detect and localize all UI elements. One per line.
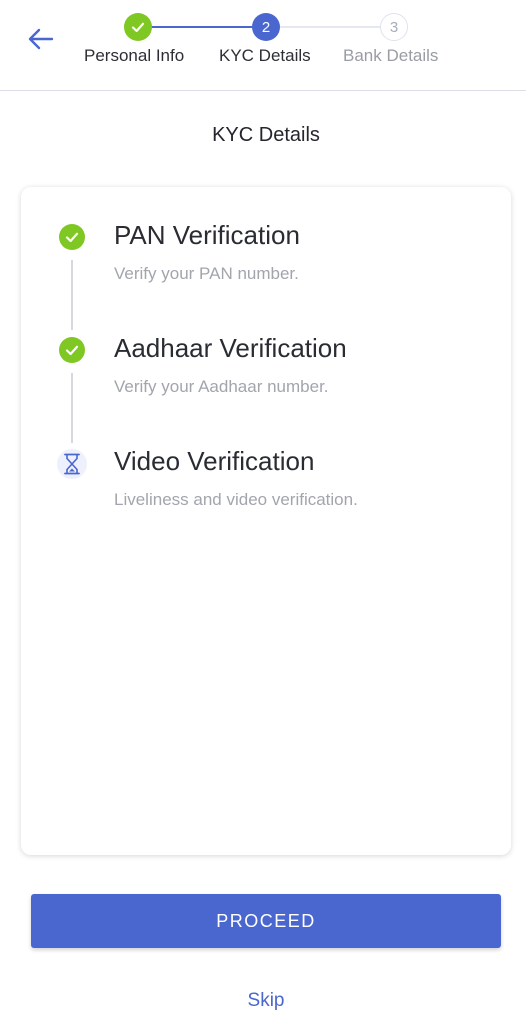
check-icon — [65, 345, 79, 356]
stepper-step-3-number: 3 — [389, 18, 399, 36]
kyc-step-description: Verify your PAN number. — [114, 264, 299, 283]
stepper-connector-upcoming — [280, 26, 380, 28]
completed-status — [59, 224, 85, 250]
stepper-label-personal-info: Personal Info — [84, 46, 185, 65]
stepper-step-2-active: 2 — [252, 13, 280, 41]
completed-status — [59, 337, 85, 363]
kyc-step-title: PAN Verification — [114, 220, 300, 250]
check-icon — [131, 22, 145, 33]
kyc-step-pan[interactable]: PAN Verification Verify your PAN number. — [21, 220, 511, 300]
stepper-label-bank-details: Bank Details — [343, 46, 439, 65]
kyc-step-title: Aadhaar Verification — [114, 333, 347, 363]
skip-link[interactable]: Skip — [0, 990, 526, 1012]
back-button[interactable] — [24, 22, 58, 56]
kyc-step-video[interactable]: Video Verification Liveliness and video … — [21, 446, 511, 526]
pending-status — [57, 449, 87, 479]
kyc-steps-card: PAN Verification Verify your PAN number.… — [21, 187, 511, 855]
app-header: 2 3 Personal Info KYC Details Bank Detai… — [0, 0, 526, 91]
kyc-details-screen: 2 3 Personal Info KYC Details Bank Detai… — [0, 0, 526, 1024]
stepper-step-3-upcoming: 3 — [380, 13, 408, 41]
proceed-button[interactable]: PROCEED — [31, 894, 501, 948]
stepper-connector-completed — [150, 26, 254, 28]
kyc-step-description: Verify your Aadhaar number. — [114, 377, 329, 396]
arrow-left-icon — [28, 28, 54, 50]
stepper-step-2-number: 2 — [261, 18, 271, 36]
stepper-step-1-completed — [124, 13, 152, 41]
kyc-step-title: Video Verification — [114, 446, 315, 476]
kyc-step-aadhaar[interactable]: Aadhaar Verification Verify your Aadhaar… — [21, 333, 511, 413]
kyc-step-description: Liveliness and video verification. — [114, 490, 358, 509]
hourglass-icon — [64, 453, 80, 475]
stepper-label-kyc-details: KYC Details — [219, 46, 311, 65]
page-title: KYC Details — [212, 124, 320, 146]
check-icon — [65, 232, 79, 243]
